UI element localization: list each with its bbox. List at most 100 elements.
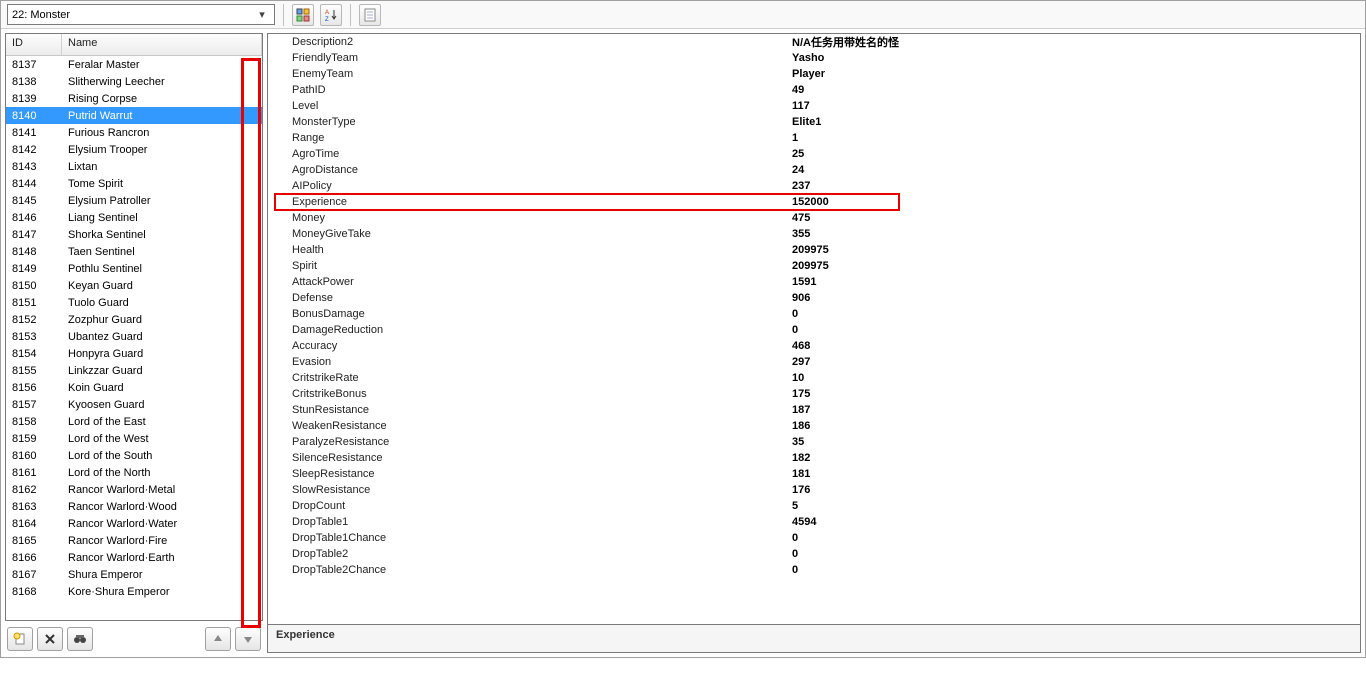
table-row[interactable]: 8160Lord of the South	[6, 447, 262, 464]
property-value[interactable]: Player	[788, 68, 1360, 80]
property-value[interactable]: Elite1	[788, 116, 1360, 128]
property-row[interactable]: Accuracy468	[268, 338, 1360, 354]
table-row[interactable]: 8145Elysium Patroller	[6, 192, 262, 209]
property-value[interactable]: 906	[788, 292, 1360, 304]
property-value[interactable]: 237	[788, 180, 1360, 192]
property-value[interactable]: 0	[788, 548, 1360, 560]
property-value[interactable]: 209975	[788, 244, 1360, 256]
table-row[interactable]: 8153Ubantez Guard	[6, 328, 262, 345]
table-row[interactable]: 8147Shorka Sentinel	[6, 226, 262, 243]
property-row[interactable]: StunResistance187	[268, 402, 1360, 418]
property-row[interactable]: Money475	[268, 210, 1360, 226]
table-row[interactable]: 8159Lord of the West	[6, 430, 262, 447]
table-row[interactable]: 8161Lord of the North	[6, 464, 262, 481]
header-id[interactable]: ID	[6, 34, 62, 55]
table-row[interactable]: 8149Pothlu Sentinel	[6, 260, 262, 277]
property-value[interactable]: 186	[788, 420, 1360, 432]
property-value[interactable]: 117	[788, 100, 1360, 112]
property-row[interactable]: AgroDistance24	[268, 162, 1360, 178]
table-row[interactable]: 8148Taen Sentinel	[6, 243, 262, 260]
table-row[interactable]: 8158Lord of the East	[6, 413, 262, 430]
property-value[interactable]: 4594	[788, 516, 1360, 528]
property-value[interactable]: 1	[788, 132, 1360, 144]
table-row[interactable]: 8139Rising Corpse	[6, 90, 262, 107]
property-row[interactable]: DropTable2Chance0	[268, 562, 1360, 578]
sort-az-button[interactable]: AZ	[320, 4, 342, 26]
property-row[interactable]: DropTable14594	[268, 514, 1360, 530]
property-row[interactable]: SilenceResistance182	[268, 450, 1360, 466]
property-value[interactable]: 24	[788, 164, 1360, 176]
table-row[interactable]: 8137Feralar Master	[6, 56, 262, 73]
property-value[interactable]: 49	[788, 84, 1360, 96]
table-row[interactable]: 8162Rancor Warlord·Metal	[6, 481, 262, 498]
property-value[interactable]: 0	[788, 324, 1360, 336]
list-body[interactable]: 8137Feralar Master8138Slitherwing Leeche…	[6, 56, 262, 620]
property-row[interactable]: Experience152000	[268, 194, 1360, 210]
search-button[interactable]	[67, 627, 93, 651]
property-row[interactable]: Defense906	[268, 290, 1360, 306]
table-row[interactable]: 8167Shura Emperor	[6, 566, 262, 583]
property-value[interactable]: N/A任务用带姓名的怪	[788, 34, 1360, 50]
move-down-button[interactable]	[235, 627, 261, 651]
property-row[interactable]: SlowResistance176	[268, 482, 1360, 498]
table-row[interactable]: 8163Rancor Warlord·Wood	[6, 498, 262, 515]
property-value[interactable]: 35	[788, 436, 1360, 448]
property-row[interactable]: EnemyTeamPlayer	[268, 66, 1360, 82]
property-row[interactable]: MoneyGiveTake355	[268, 226, 1360, 242]
property-value[interactable]: 0	[788, 308, 1360, 320]
table-row[interactable]: 8157Kyoosen Guard	[6, 396, 262, 413]
property-row[interactable]: SleepResistance181	[268, 466, 1360, 482]
table-row[interactable]: 8156Koin Guard	[6, 379, 262, 396]
property-grid[interactable]: Description2N/A任务用带姓名的怪FriendlyTeamYasho…	[267, 33, 1361, 625]
property-value[interactable]: 181	[788, 468, 1360, 480]
property-row[interactable]: WeakenResistance186	[268, 418, 1360, 434]
table-row[interactable]: 8144Tome Spirit	[6, 175, 262, 192]
property-row[interactable]: Health209975	[268, 242, 1360, 258]
property-row[interactable]: CritstrikeBonus175	[268, 386, 1360, 402]
property-value[interactable]: 10	[788, 372, 1360, 384]
properties-button[interactable]	[359, 4, 381, 26]
property-row[interactable]: AgroTime25	[268, 146, 1360, 162]
table-row[interactable]: 8143Lixtan	[6, 158, 262, 175]
table-row[interactable]: 8155Linkzzar Guard	[6, 362, 262, 379]
table-row[interactable]: 8146Liang Sentinel	[6, 209, 262, 226]
property-value[interactable]: 355	[788, 228, 1360, 240]
property-row[interactable]: Range1	[268, 130, 1360, 146]
table-row[interactable]: 8151Tuolo Guard	[6, 294, 262, 311]
categorize-button[interactable]	[292, 4, 314, 26]
property-value[interactable]: 0	[788, 564, 1360, 576]
table-select-combo[interactable]: 22: Monster ▾	[7, 4, 275, 25]
property-value[interactable]: 475	[788, 212, 1360, 224]
property-row[interactable]: DamageReduction0	[268, 322, 1360, 338]
table-row[interactable]: 8150Keyan Guard	[6, 277, 262, 294]
property-row[interactable]: DropCount5	[268, 498, 1360, 514]
property-row[interactable]: AIPolicy237	[268, 178, 1360, 194]
table-row[interactable]: 8154Honpyra Guard	[6, 345, 262, 362]
property-row[interactable]: Description2N/A任务用带姓名的怪	[268, 34, 1360, 50]
property-value[interactable]: 175	[788, 388, 1360, 400]
property-value[interactable]: 5	[788, 500, 1360, 512]
property-row[interactable]: ParalyzeResistance35	[268, 434, 1360, 450]
table-row[interactable]: 8138Slitherwing Leecher	[6, 73, 262, 90]
move-up-button[interactable]	[205, 627, 231, 651]
table-row[interactable]: 8166Rancor Warlord·Earth	[6, 549, 262, 566]
property-row[interactable]: CritstrikeRate10	[268, 370, 1360, 386]
property-row[interactable]: DropTable1Chance0	[268, 530, 1360, 546]
table-row[interactable]: 8165Rancor Warlord·Fire	[6, 532, 262, 549]
table-row[interactable]: 8164Rancor Warlord·Water	[6, 515, 262, 532]
property-row[interactable]: AttackPower1591	[268, 274, 1360, 290]
property-value[interactable]: 0	[788, 532, 1360, 544]
property-row[interactable]: PathID49	[268, 82, 1360, 98]
property-row[interactable]: Level117	[268, 98, 1360, 114]
property-row[interactable]: BonusDamage0	[268, 306, 1360, 322]
property-row[interactable]: FriendlyTeamYasho	[268, 50, 1360, 66]
table-row[interactable]: 8152Zozphur Guard	[6, 311, 262, 328]
table-row[interactable]: 8168Kore·Shura Emperor	[6, 583, 262, 600]
property-value[interactable]: 209975	[788, 260, 1360, 272]
property-value[interactable]: 1591	[788, 276, 1360, 288]
table-row[interactable]: 8141Furious Rancron	[6, 124, 262, 141]
property-value[interactable]: 187	[788, 404, 1360, 416]
property-value[interactable]: Yasho	[788, 52, 1360, 64]
property-row[interactable]: DropTable20	[268, 546, 1360, 562]
property-row[interactable]: Spirit209975	[268, 258, 1360, 274]
